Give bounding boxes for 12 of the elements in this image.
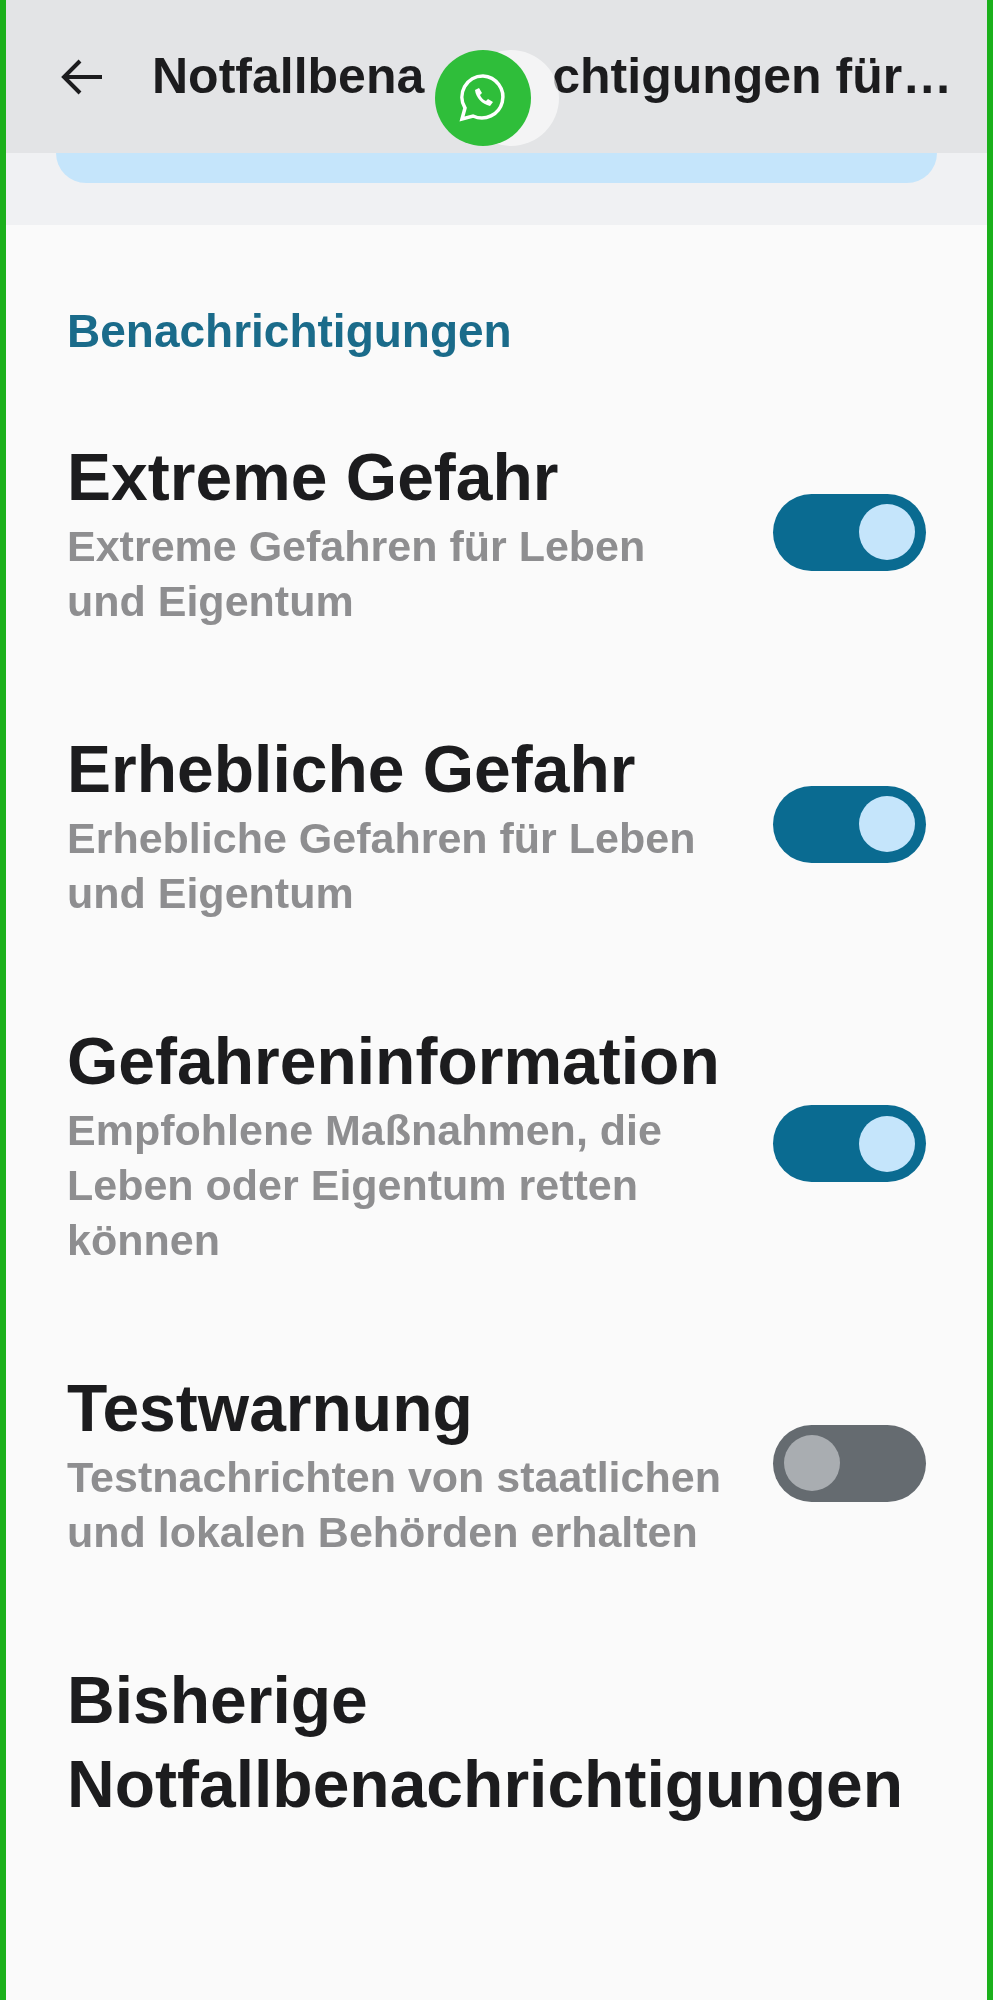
setting-title: Erhebliche Gefahr — [67, 731, 637, 808]
setting-title: Extreme Gefahr — [67, 439, 560, 516]
setting-description: Empfohlene Maßnahmen, die Leben oder Eigentum retten können — [67, 1105, 663, 1266]
section-heading: Benachrichtigungen — [67, 305, 513, 357]
setting-description: Erhebliche Gefahren für Leben und Eigentum — [67, 813, 697, 919]
setting-title[interactable]: Bisherige Notfallbenachrichtigungen — [67, 1658, 926, 1826]
setting-description: Extreme Gefahren für Leben und Eigentum — [67, 521, 647, 627]
setting-title: Gefahreninformation — [67, 1023, 721, 1100]
screen-title: chtigungen für… — [552, 47, 953, 106]
setting-title: Testwarnung — [67, 1370, 474, 1447]
screen-title: Notfallbena — [152, 47, 425, 106]
setting-description: Testnachrichten von staatlichen und lokalen Behörden erhalten — [67, 1452, 722, 1558]
